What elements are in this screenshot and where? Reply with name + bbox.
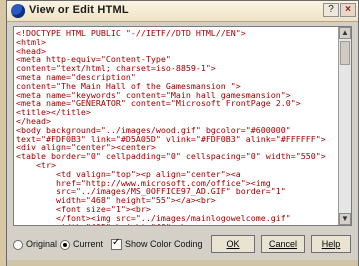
- bottom-status-strip: [7, 260, 358, 266]
- original-radio-dot[interactable]: [13, 239, 23, 250]
- cancel-button[interactable]: Cancel: [261, 235, 305, 253]
- scroll-down-arrow-icon[interactable]: ▼: [339, 213, 351, 225]
- code-line: <table border="0" cellpadding="0" cellsp…: [16, 151, 326, 162]
- dialog-controls: Original Current Show Color Coding OK Ca…: [7, 231, 358, 261]
- show-color-coding-checkbox[interactable]: Show Color Coding: [111, 237, 203, 251]
- close-button[interactable]: ×: [340, 3, 356, 17]
- current-radio[interactable]: Current: [60, 239, 103, 250]
- code-line: <!DOCTYPE HTML PUBLIC "-//IETF//DTD HTML…: [16, 29, 246, 38]
- show-color-coding-box[interactable]: [111, 237, 122, 251]
- ok-button[interactable]: OK: [211, 235, 255, 253]
- window-title: View or Edit HTML: [29, 4, 129, 16]
- current-radio-label: Current: [73, 239, 104, 249]
- scroll-thumb[interactable]: [340, 41, 350, 65]
- original-radio-label: Original: [26, 239, 58, 249]
- title-bar: View or Edit HTML ? ×: [7, 1, 358, 22]
- scroll-up-arrow-icon[interactable]: ▲: [339, 27, 351, 39]
- view-edit-html-dialog: View or Edit HTML ? × <!DOCTYPE HTML PUB…: [6, 0, 359, 266]
- help-title-button[interactable]: ?: [323, 3, 339, 17]
- show-color-coding-label: Show Color Coding: [125, 239, 203, 249]
- html-editor[interactable]: <!DOCTYPE HTML PUBLIC "-//IETF//DTD HTML…: [13, 26, 352, 226]
- current-radio-dot[interactable]: [60, 239, 70, 250]
- code-text-area[interactable]: <!DOCTYPE HTML PUBLIC "-//IETF//DTD HTML…: [16, 29, 340, 225]
- code-line: <title></title>: [16, 107, 91, 118]
- code-line: <html>: [16, 36, 46, 47]
- code-line: width="405" height="46"><br>: [16, 222, 340, 225]
- original-radio[interactable]: Original: [13, 239, 57, 250]
- vertical-scrollbar[interactable]: ▲ ▼: [338, 27, 351, 225]
- app-icon: [11, 4, 25, 18]
- help-button[interactable]: Help: [311, 235, 351, 253]
